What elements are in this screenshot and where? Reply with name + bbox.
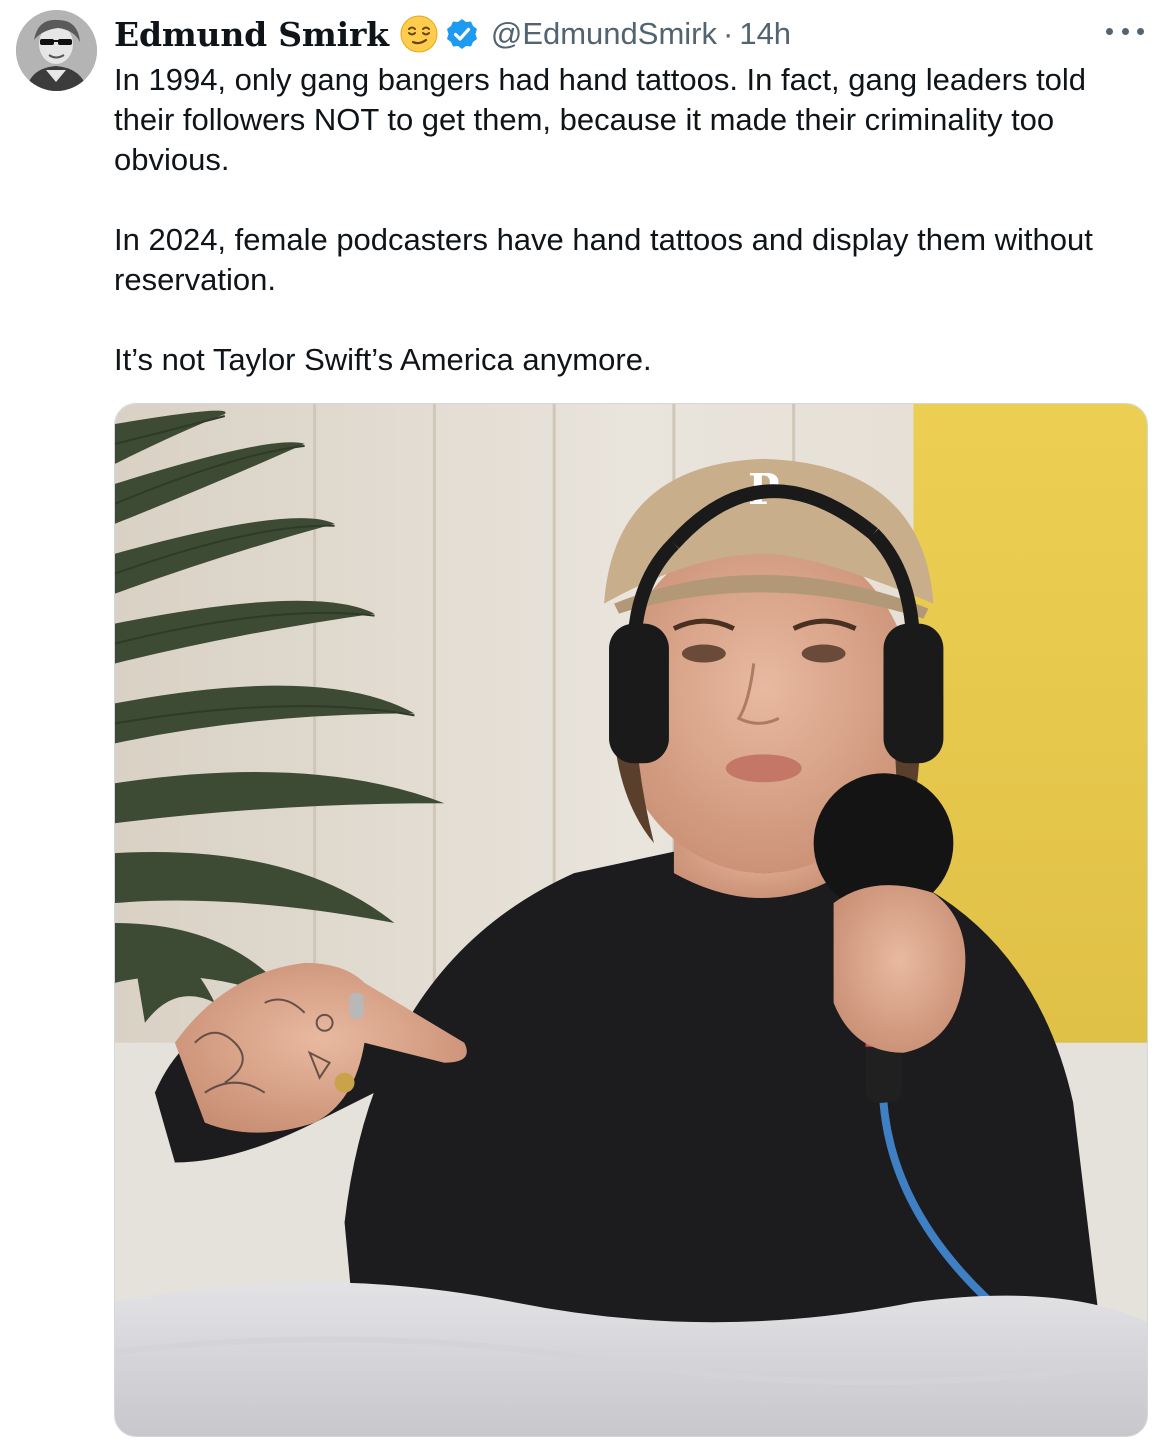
more-options-button[interactable] — [1106, 16, 1144, 46]
tweet-paragraph-1: In 1994, only gang bangers had hand tatt… — [114, 62, 1087, 177]
author-name[interactable]: Edmund Smirk — [114, 15, 389, 54]
author-handle[interactable]: @EdmundSmirk — [491, 16, 717, 52]
tweet-text: In 1994, only gang bangers had hand tatt… — [114, 60, 1154, 380]
tweet-header: Edmund Smirk @EdmundSmirk · 14h — [114, 12, 791, 56]
avatar[interactable] — [16, 10, 97, 91]
more-dot-icon — [1121, 27, 1129, 35]
tweet-paragraph-3: It’s not Taylor Swift’s America anymore. — [114, 342, 652, 377]
podcast-photo-image: P — [115, 404, 1147, 1436]
tweet-timestamp[interactable]: 14h — [739, 16, 791, 52]
verified-badge-icon — [445, 17, 479, 51]
more-dot-icon — [1106, 27, 1113, 35]
relieved-face-emoji-icon — [399, 14, 439, 54]
tweet-media-photo[interactable]: P — [114, 403, 1148, 1437]
tweet: Edmund Smirk @EdmundSmirk · 14h In 1994,… — [0, 0, 1168, 1450]
avatar-portrait-icon — [16, 10, 97, 91]
tweet-paragraph-2: In 2024, female podcasters have hand tat… — [114, 222, 1093, 297]
more-dot-icon — [1137, 27, 1144, 35]
header-separator: · — [723, 16, 734, 51]
